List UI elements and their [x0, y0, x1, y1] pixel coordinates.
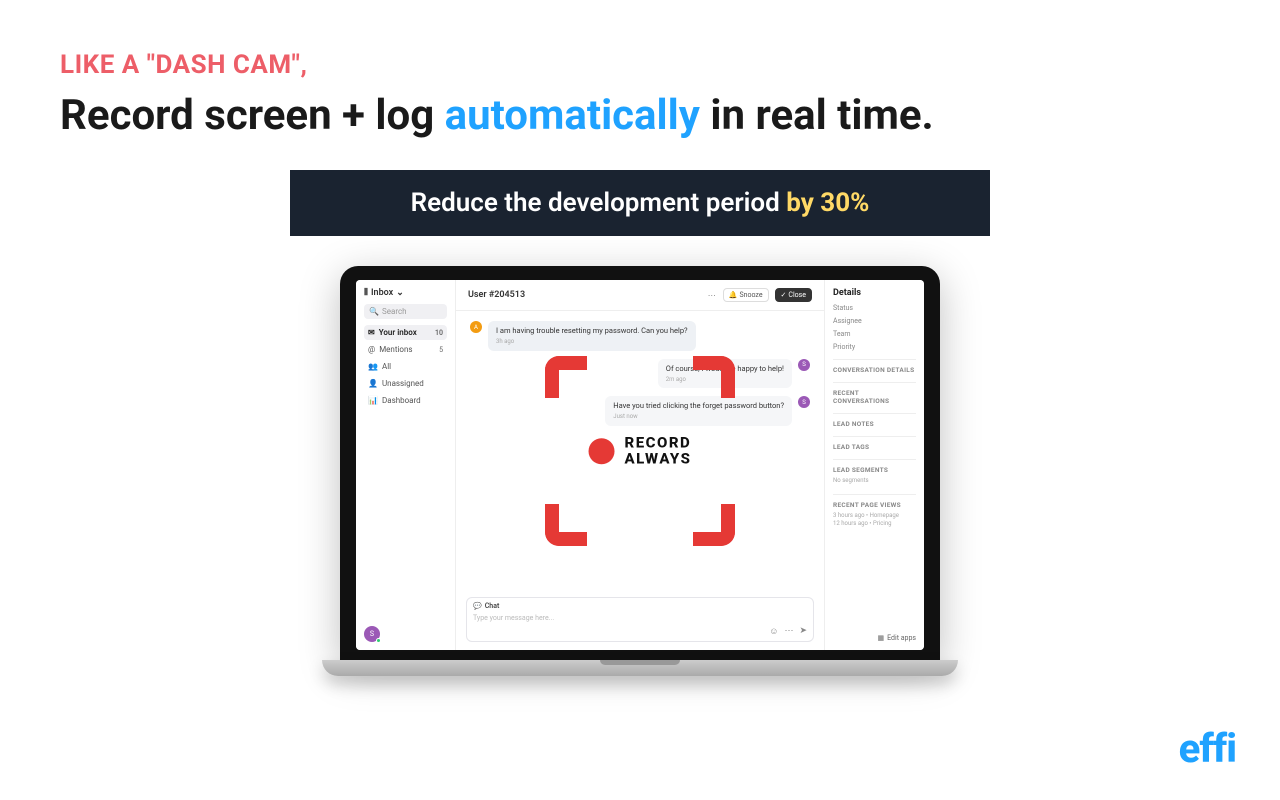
inbox-label: Inbox: [371, 288, 393, 298]
search-placeholder: Search: [382, 307, 407, 316]
avatar-letter: A: [474, 324, 478, 331]
emoji-icon[interactable]: ☺: [769, 626, 778, 637]
record-line2: ALWAYS: [625, 451, 692, 467]
check-icon: ✓: [781, 291, 787, 299]
message-bubble: I am having trouble resetting my passwor…: [488, 321, 696, 351]
page-view-item: 3 hours ago • Homepage: [833, 512, 916, 520]
conversation-title: User #204513: [468, 290, 525, 300]
avatar-letter: S: [802, 361, 806, 368]
sidebar-item-label: Your inbox: [379, 328, 417, 337]
record-overlay: RECORD ALWAYS: [545, 356, 735, 546]
details-panel: Details Status Assignee Team Priority CO…: [824, 280, 924, 650]
message-timestamp: 3h ago: [496, 338, 688, 346]
tray-icon: ✉: [368, 328, 375, 337]
compose-tab: Chat: [485, 602, 500, 610]
sidebar-item-all[interactable]: 👥 All: [364, 359, 447, 374]
close-label: Close: [788, 291, 806, 299]
more-button[interactable]: ⋯: [708, 291, 717, 300]
avatar-letter: S: [370, 630, 374, 638]
detail-field-priority[interactable]: Priority: [833, 343, 916, 351]
bracket-corner-icon: [545, 356, 587, 398]
message-text: I am having trouble resetting my passwor…: [496, 326, 688, 336]
app-screen: ⦀ Inbox ⌄ 🔍 Search ✉ Your inbox 10 @ Men…: [356, 280, 924, 650]
detail-field-status[interactable]: Status: [833, 304, 916, 312]
eyebrow-text: LIKE A "DASH CAM",: [60, 50, 1220, 80]
headline: Record screen + log automatically in rea…: [60, 92, 1220, 140]
edit-apps-button[interactable]: ▦ Edit apps: [878, 634, 917, 642]
detail-field-assignee[interactable]: Assignee: [833, 317, 916, 325]
chart-icon: 📊: [368, 396, 378, 405]
more-icon[interactable]: ⋯: [784, 626, 793, 637]
laptop-base: [322, 660, 958, 676]
sidebar-item-your-inbox[interactable]: ✉ Your inbox 10: [364, 325, 447, 340]
section-recent-conversations: RECENT CONVERSATIONS: [833, 382, 916, 405]
record-dot-icon: [589, 438, 615, 464]
detail-field-team[interactable]: Team: [833, 330, 916, 338]
snooze-button[interactable]: 🔔 Snooze: [723, 288, 769, 302]
bell-icon: 🔔: [729, 291, 738, 299]
send-icon[interactable]: ➤: [799, 626, 807, 637]
headline-accent: automatically: [445, 91, 700, 140]
section-lead-tags: LEAD TAGS: [833, 436, 916, 451]
bracket-corner-icon: [693, 504, 735, 546]
conversation-header: User #204513 ⋯ 🔔 Snooze ✓ Close: [456, 280, 824, 311]
conversation-panel: User #204513 ⋯ 🔔 Snooze ✓ Close A: [456, 280, 824, 650]
banner-text: Reduce the development period: [411, 188, 787, 218]
bars-icon: ⦀: [364, 288, 368, 298]
laptop-mockup: ⦀ Inbox ⌄ 🔍 Search ✉ Your inbox 10 @ Men…: [340, 266, 940, 676]
headline-pre: Record screen + log: [60, 91, 445, 140]
sidebar-item-mentions[interactable]: @ Mentions 5: [364, 342, 447, 357]
sidebar-item-label: All: [382, 362, 391, 371]
close-button[interactable]: ✓ Close: [775, 288, 812, 302]
count-badge: 5: [439, 346, 443, 354]
snooze-label: Snooze: [739, 291, 762, 299]
grid-icon: ▦: [878, 634, 885, 642]
edit-apps-label: Edit apps: [887, 634, 916, 642]
users-icon: 👥: [368, 362, 378, 371]
sender-avatar: A: [470, 321, 482, 333]
chevron-down-icon: ⌄: [396, 288, 404, 298]
details-title: Details: [833, 288, 916, 298]
user-x-icon: 👤: [368, 379, 378, 388]
sidebar: ⦀ Inbox ⌄ 🔍 Search ✉ Your inbox 10 @ Men…: [356, 280, 456, 650]
at-icon: @: [368, 345, 375, 354]
banner-accent: by 30%: [786, 188, 869, 218]
message-in: A I am having trouble resetting my passw…: [470, 321, 810, 351]
search-input[interactable]: 🔍 Search: [364, 304, 447, 319]
no-segments-text: No segments: [833, 477, 916, 485]
online-dot-icon: [376, 638, 381, 643]
value-banner: Reduce the development period by 30%: [290, 170, 990, 236]
sidebar-item-label: Dashboard: [382, 396, 421, 405]
sender-avatar: S: [798, 396, 810, 408]
sidebar-item-label: Mentions: [379, 345, 412, 354]
record-text: RECORD ALWAYS: [625, 436, 692, 468]
inbox-dropdown[interactable]: ⦀ Inbox ⌄: [364, 288, 447, 298]
sidebar-item-dashboard[interactable]: 📊 Dashboard: [364, 393, 447, 408]
sender-avatar: S: [798, 359, 810, 371]
section-lead-segments: LEAD SEGMENTS: [833, 459, 916, 474]
sidebar-item-unassigned[interactable]: 👤 Unassigned: [364, 376, 447, 391]
section-conversation-details: CONVERSATION DETAILS: [833, 359, 916, 374]
user-avatar[interactable]: S: [364, 626, 380, 642]
bracket-corner-icon: [693, 356, 735, 398]
section-lead-notes: LEAD NOTES: [833, 413, 916, 428]
sidebar-item-label: Unassigned: [382, 379, 424, 388]
brand-logo: effi: [1179, 725, 1236, 772]
bracket-corner-icon: [545, 504, 587, 546]
chat-bubble-icon: 💬: [473, 602, 482, 610]
chat-thread: A I am having trouble resetting my passw…: [456, 311, 824, 591]
count-badge: 10: [435, 329, 443, 337]
search-icon: 🔍: [369, 307, 379, 316]
avatar-letter: S: [802, 399, 806, 406]
compose-placeholder: Type your message here...: [473, 610, 807, 626]
section-recent-page-views: RECENT PAGE VIEWS: [833, 494, 916, 509]
compose-box[interactable]: 💬 Chat Type your message here... ☺ ⋯ ➤: [466, 597, 814, 642]
headline-post: in real time.: [700, 91, 934, 140]
page-view-item: 12 hours ago • Pricing: [833, 520, 916, 528]
